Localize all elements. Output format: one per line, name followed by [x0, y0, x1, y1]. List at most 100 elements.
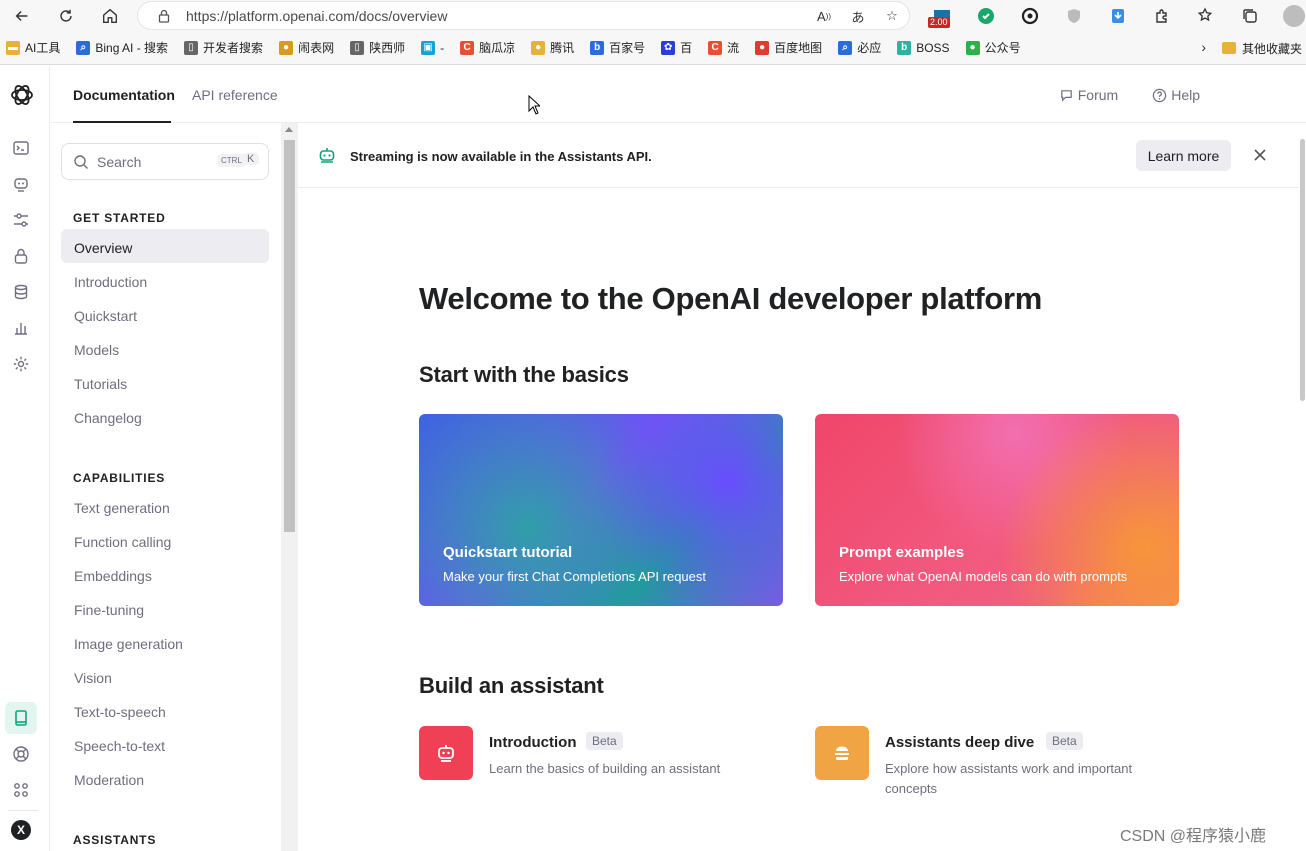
bookmark-label: 开发者搜索 — [203, 41, 264, 55]
bookmark-item[interactable]: ▯ 开发者搜索 — [184, 39, 263, 56]
x-account-icon[interactable]: X — [11, 820, 31, 840]
search-icon: ⌕ — [76, 40, 91, 55]
rail-assistants[interactable] — [11, 174, 31, 194]
sidebar-item-speech-to-text[interactable]: Speech-to-text — [74, 738, 165, 754]
translate-icon[interactable]: あ — [847, 6, 869, 26]
avatar — [1283, 4, 1305, 27]
bookmark-item[interactable]: ● 百度地图 — [755, 39, 822, 56]
search-input[interactable]: Search CTRL K — [61, 143, 269, 180]
rail-settings[interactable] — [11, 354, 31, 374]
rail-docs[interactable] — [5, 702, 37, 734]
sidebar-item-tutorials[interactable]: Tutorials — [74, 376, 127, 392]
sidebar-item-changelog[interactable]: Changelog — [74, 410, 142, 426]
bookmark-item[interactable]: C流 — [708, 39, 739, 56]
page-title: Welcome to the OpenAI developer platform — [419, 281, 1043, 316]
tab-documentation[interactable]: Documentation — [73, 87, 175, 103]
c-icon: C — [460, 40, 475, 55]
bookmark-item[interactable]: ✿ 百 — [661, 39, 692, 56]
trophy-icon: ● — [279, 40, 294, 55]
extension-download[interactable] — [1096, 0, 1140, 31]
quickstart-card[interactable]: Quickstart tutorial Make your first Chat… — [419, 414, 783, 606]
extension-shield[interactable] — [1052, 0, 1096, 31]
assistant-intro-title[interactable]: Introduction — [489, 734, 576, 751]
sidebar-scrollbar[interactable] — [281, 123, 298, 851]
sidebar-item-function-calling[interactable]: Function calling — [74, 534, 171, 550]
sidebar-item-image-generation[interactable]: Image generation — [74, 636, 183, 652]
extension-green[interactable] — [964, 0, 1008, 31]
assistant-deep-dive-title[interactable]: Assistants deep dive — [885, 734, 1034, 751]
back-button[interactable] — [0, 0, 44, 31]
collections-button[interactable] — [1228, 0, 1272, 31]
bookmark-label: Bing AI - 搜索 — [95, 41, 169, 55]
sidebar-item-text-to-speech[interactable]: Text-to-speech — [74, 704, 166, 720]
sidebar-item-fine-tuning[interactable]: Fine-tuning — [74, 602, 144, 618]
announcement-banner: Streaming is now available in the Assist… — [298, 123, 1299, 188]
other-bookmarks-folder[interactable]: 其他收藏夹 — [1221, 31, 1306, 64]
bookmark-item[interactable]: C 脑瓜凉 — [460, 39, 515, 56]
chevron-right-icon[interactable]: › — [1201, 39, 1206, 55]
rail-api-keys[interactable] — [11, 246, 31, 266]
bookmark-label: 腾讯 — [550, 41, 575, 55]
assistant-deep-dive-tile[interactable] — [815, 726, 869, 780]
sidebar-item-vision[interactable]: Vision — [74, 670, 112, 686]
help-label: Help — [1171, 87, 1200, 103]
gear-icon — [13, 356, 29, 372]
close-icon[interactable] — [1252, 147, 1268, 163]
bookmark-item[interactable]: ● 腾讯 — [531, 39, 574, 56]
extensions-button[interactable] — [1140, 0, 1184, 31]
sidebar-item-models[interactable]: Models — [74, 342, 119, 358]
sidebar-scroll-thumb[interactable] — [284, 140, 295, 532]
bookmark-item[interactable]: ⌕ 必应 — [838, 39, 881, 56]
rail-fine-tuning[interactable] — [11, 210, 31, 230]
bookmark-label: 公众号 — [984, 41, 1021, 55]
rail-storage[interactable] — [11, 282, 31, 302]
puzzle-icon — [1156, 8, 1167, 23]
extensions-bar: 2.00 — [920, 0, 1306, 31]
section-get-started: GET STARTED — [73, 211, 166, 225]
rail-help[interactable] — [11, 744, 31, 764]
rail-usage[interactable] — [11, 318, 31, 338]
robot-icon — [14, 178, 28, 192]
tab-api-reference[interactable]: API reference — [192, 87, 278, 103]
reload-button[interactable] — [44, 0, 88, 31]
bookmark-item[interactable]: ▬ AI工具 — [6, 39, 60, 56]
bookmark-item[interactable]: ● 公众号 — [965, 39, 1021, 56]
bookmark-item[interactable]: ▯ 陕西师 — [350, 39, 405, 56]
sidebar-item-moderation[interactable]: Moderation — [74, 772, 144, 788]
bookmark-item[interactable]: b BOSS — [897, 40, 950, 55]
extension-openai[interactable] — [1008, 0, 1052, 31]
openai-logo-icon[interactable] — [9, 82, 35, 108]
sidebar-item-overview[interactable]: Overview — [74, 240, 132, 256]
url-text[interactable]: https://platform.openai.com/docs/overvie… — [186, 8, 447, 24]
bookmark-label: 百度地图 — [774, 41, 823, 55]
extension-zoom[interactable]: 2.00 — [920, 0, 964, 31]
favorite-add-icon[interactable]: ☆ — [881, 6, 903, 26]
address-bar[interactable]: https://platform.openai.com/docs/overvie… — [137, 1, 910, 30]
home-button[interactable] — [88, 0, 132, 31]
read-aloud-icon[interactable]: A)) — [813, 6, 835, 26]
sidebar-item-text-generation[interactable]: Text generation — [74, 500, 170, 516]
bookmark-item[interactable]: ▣ - — [421, 40, 444, 55]
profile-button[interactable] — [1272, 0, 1306, 31]
rail-playground[interactable] — [11, 138, 31, 158]
bookmark-item[interactable]: ● 闹表网 — [279, 39, 334, 56]
top-nav: Documentation API reference Forum Help — [51, 66, 1306, 123]
card-description: Explore what OpenAI models can do with p… — [839, 569, 1128, 584]
help-link[interactable]: Help — [1152, 87, 1200, 103]
green-circle-icon — [978, 7, 994, 24]
bookmark-item[interactable]: b 百家号 — [590, 39, 645, 56]
learn-more-button[interactable]: Learn more — [1136, 140, 1231, 171]
main-scrollbar[interactable] — [1299, 123, 1306, 851]
sidebar-item-quickstart[interactable]: Quickstart — [74, 308, 137, 324]
wechat-icon: ● — [965, 40, 980, 55]
main-scroll-thumb[interactable] — [1300, 139, 1305, 401]
sidebar-item-embeddings[interactable]: Embeddings — [74, 568, 152, 584]
rail-apps[interactable] — [11, 780, 31, 800]
bookmark-item[interactable]: ⌕ Bing AI - 搜索 — [76, 39, 168, 56]
scroll-up-arrow[interactable] — [285, 127, 293, 132]
prompt-examples-card[interactable]: Prompt examples Explore what OpenAI mode… — [815, 414, 1179, 606]
sidebar-item-introduction[interactable]: Introduction — [74, 274, 147, 290]
assistant-intro-tile[interactable] — [419, 726, 473, 780]
favorites-button[interactable] — [1184, 0, 1228, 31]
forum-link[interactable]: Forum — [1059, 87, 1118, 103]
